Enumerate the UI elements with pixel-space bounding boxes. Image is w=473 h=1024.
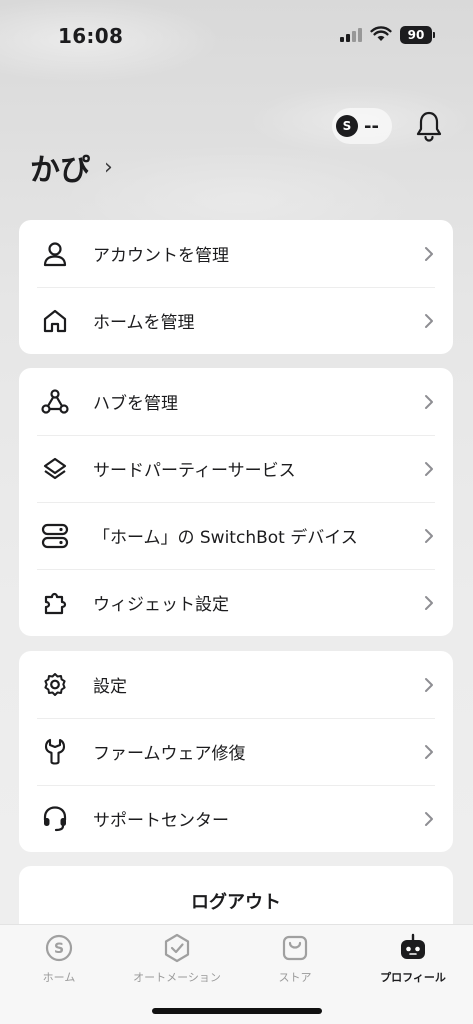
support-section: 設定 ファームウェア修復 サポートセンター (19, 651, 453, 852)
house-icon (41, 307, 69, 335)
svg-text:S: S (54, 941, 64, 957)
menu-item-label: ウィジェット設定 (93, 595, 229, 615)
puzzle-icon (41, 589, 69, 617)
menu-item-switchbot-devices[interactable]: 「ホーム」の SwitchBot デバイス (19, 502, 453, 569)
chevron-right-icon (425, 528, 433, 543)
menu-item-support-center[interactable]: サポートセンター (19, 785, 453, 852)
tab-label: プロフィール (380, 971, 446, 984)
home-coin-icon: S (45, 934, 73, 962)
menu-item-settings[interactable]: 設定 (19, 651, 453, 718)
user-name-link[interactable]: かぴ › (30, 145, 113, 189)
menu-item-manage-home[interactable]: ホームを管理 (19, 287, 453, 354)
signal-icon (340, 28, 362, 42)
tab-label: ホーム (42, 971, 76, 984)
store-icon (282, 935, 308, 961)
menu-item-firmware-repair[interactable]: ファームウェア修復 (19, 718, 453, 785)
robot-icon (401, 933, 425, 959)
tab-profile[interactable]: プロフィール (354, 933, 472, 985)
chevron-right-icon (425, 595, 433, 610)
menu-item-label: ハブを管理 (93, 394, 178, 414)
devices-section: ハブを管理 サードパーティーサービス 「ホーム」の SwitchBot デバイス… (19, 368, 453, 636)
points-pill[interactable]: S -- (332, 108, 392, 144)
menu-item-manage-hub[interactable]: ハブを管理 (19, 368, 453, 435)
menu-item-label: サポートセンター (93, 811, 229, 831)
battery-icon: 90 (400, 26, 435, 44)
server-icon (41, 522, 69, 550)
points-icon: S (336, 115, 358, 137)
home-indicator (152, 1008, 322, 1014)
layers-icon (41, 455, 69, 483)
tab-automation[interactable]: オートメーション (118, 933, 236, 985)
points-value: -- (364, 115, 379, 137)
menu-item-label: ファームウェア修復 (93, 744, 246, 764)
chevron-right-icon (425, 246, 433, 261)
menu-item-third-party-services[interactable]: サードパーティーサービス (19, 435, 453, 502)
chevron-right-icon (425, 461, 433, 476)
status-time: 16:08 (58, 24, 124, 48)
chevron-right-icon: › (104, 154, 113, 180)
tab-label: オートメーション (133, 971, 221, 984)
bell-icon[interactable] (414, 110, 444, 142)
chevron-right-icon (425, 744, 433, 759)
wifi-icon (370, 26, 392, 41)
menu-item-widget-settings[interactable]: ウィジェット設定 (19, 569, 453, 636)
menu-item-label: 「ホーム」の SwitchBot デバイス (93, 528, 358, 548)
automation-icon (164, 933, 190, 963)
tab-home[interactable]: S ホーム (0, 933, 118, 985)
menu-item-label: 設定 (93, 677, 127, 697)
menu-item-label: アカウントを管理 (93, 246, 229, 266)
account-section: アカウントを管理 ホームを管理 (19, 220, 453, 354)
hub-icon (41, 388, 69, 416)
menu-item-label: サードパーティーサービス (93, 461, 296, 481)
gear-icon (41, 671, 69, 699)
person-icon (41, 240, 69, 268)
headset-icon (41, 805, 69, 833)
wrench-icon (41, 738, 69, 766)
tab-label: ストア (278, 971, 312, 984)
status-bar: 16:08 90 (0, 0, 473, 70)
menu-item-manage-account[interactable]: アカウントを管理 (19, 220, 453, 287)
chevron-right-icon (425, 811, 433, 826)
user-name: かぴ (30, 153, 90, 188)
tab-store[interactable]: ストア (236, 933, 354, 985)
menu-item-label: ホームを管理 (93, 313, 195, 333)
chevron-right-icon (425, 677, 433, 692)
chevron-right-icon (425, 394, 433, 409)
chevron-right-icon (425, 313, 433, 328)
